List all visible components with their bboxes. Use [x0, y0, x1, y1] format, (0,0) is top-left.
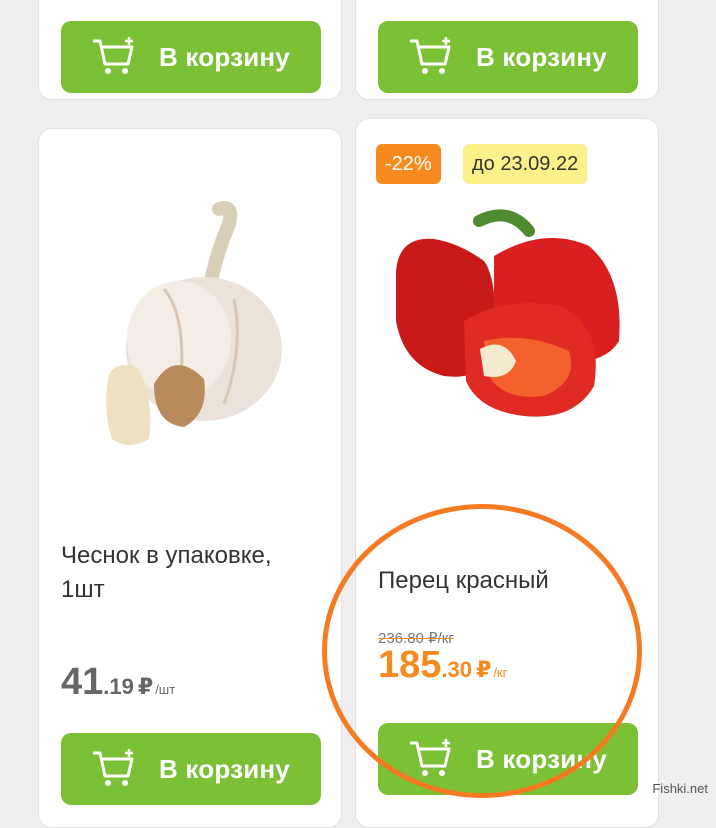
currency-sign: ₽ — [137, 674, 154, 699]
product-price: 41 .19 ₽ /шт — [61, 661, 175, 704]
add-to-cart-label: В корзину — [476, 743, 607, 774]
add-to-cart-button[interactable]: В корзину — [378, 21, 638, 93]
product-card-top-left: В корзину — [38, 0, 342, 100]
price-rubles: 41 — [61, 661, 104, 703]
add-to-cart-button[interactable]: В корзину — [61, 21, 321, 93]
currency-sign: ₽ — [476, 657, 492, 682]
product-card-top-right: В корзину — [355, 0, 659, 100]
product-price: 185 .30 ₽ /кг — [378, 644, 507, 687]
watermark: Fishki.net — [652, 781, 708, 796]
red-pepper-image — [396, 209, 620, 417]
add-to-cart-icon — [410, 739, 451, 776]
price-unit: /кг — [493, 665, 508, 680]
product-title[interactable]: Перец красный — [378, 564, 638, 598]
price-rubles: 185 — [378, 644, 442, 686]
price-unit: /шт — [155, 682, 176, 697]
promo-date-badge: до 23.09.22 — [463, 144, 588, 184]
product-title[interactable]: Чеснок в упаковке, 1шт — [61, 539, 321, 607]
product-card-red-pepper[interactable]: -22% до 23.09.22 Перец красный 236.80 ₽/… — [355, 118, 659, 828]
add-to-cart-icon — [93, 749, 134, 786]
add-to-cart-label: В корзину — [476, 41, 607, 72]
add-to-cart-label: В корзину — [159, 753, 290, 784]
price-kopecks: .30 — [441, 657, 472, 682]
price-kopecks: .19 — [103, 674, 134, 699]
add-to-cart-icon — [93, 37, 134, 74]
garlic-image — [106, 201, 282, 445]
add-to-cart-button[interactable]: В корзину — [378, 723, 638, 795]
discount-badge: -22% — [376, 144, 441, 184]
add-to-cart-label: В корзину — [159, 41, 290, 72]
add-to-cart-button[interactable]: В корзину — [61, 733, 321, 805]
product-card-garlic[interactable]: Чеснок в упаковке, 1шт 41 .19 ₽ /шт В ко… — [38, 128, 342, 828]
add-to-cart-icon — [410, 37, 451, 74]
